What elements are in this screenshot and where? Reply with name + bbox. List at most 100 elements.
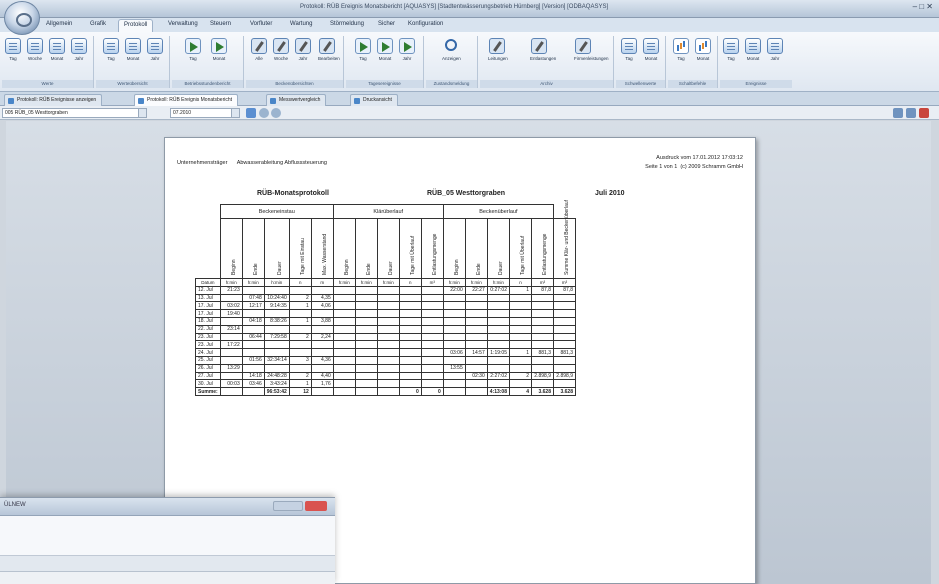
table-row: 30. Jul 00:03 03:46 3:43:24 1 1,76 <box>195 379 576 389</box>
bs-tag-button[interactable]: Tag <box>184 36 202 70</box>
leitungen-button[interactable]: Leitungen <box>488 36 508 70</box>
tab-verwaltung[interactable]: Verwaltung <box>168 21 198 27</box>
date-cell: 13. Jul <box>195 293 221 303</box>
value-cell <box>552 340 576 350</box>
value-cell <box>241 285 265 295</box>
bs-monat-button[interactable]: Monat <box>210 36 228 70</box>
anzeigen-button[interactable]: Anzeigen <box>442 36 461 70</box>
document-icon <box>125 38 141 54</box>
window-controls[interactable] <box>273 501 303 511</box>
value-cell <box>398 332 422 342</box>
sb-monat-button[interactable]: Monat <box>694 36 712 70</box>
refresh-icon[interactable] <box>246 108 256 118</box>
value-cell <box>486 379 510 389</box>
group-werte: Tag Woche Monat Jahr Werte <box>2 36 94 88</box>
tab-protokoll[interactable]: Protokoll <box>118 19 154 32</box>
group-schaltbefehle: Tag Monat Schaltbefehle <box>668 36 718 88</box>
value-cell <box>398 285 422 295</box>
value-cell <box>219 348 243 357</box>
value-cell <box>263 340 290 350</box>
group-schwellenwerte: Tag Monat Schwellenwerte <box>616 36 666 88</box>
archive-icon <box>575 38 591 54</box>
bu-bearbeiten-button[interactable]: Bearbeiten <box>318 36 340 70</box>
value-cell: 1,76 <box>310 379 334 389</box>
wu-tag-button[interactable]: Tag <box>102 36 120 70</box>
group-header-klaerueberlauf: Klärüberlauf <box>332 204 444 219</box>
doc-tab-messwertvergleich[interactable]: Messwertvergleich <box>266 94 327 106</box>
value-cell: 21:23 <box>219 285 243 295</box>
value-cell <box>376 379 400 389</box>
value-cell <box>398 371 422 381</box>
doc-tab-druckansicht[interactable]: Druckansicht <box>350 94 398 106</box>
te-monat-button[interactable]: Monat <box>376 36 394 70</box>
firmenleistungen-button[interactable]: Firmenleistungen <box>574 36 609 70</box>
sw-monat-button[interactable]: Monat <box>642 36 660 70</box>
value-cell <box>464 340 488 350</box>
value-cell <box>464 379 488 389</box>
date-cell: 17. Jul <box>195 301 221 311</box>
er-monat-button[interactable]: Monat <box>744 36 762 70</box>
te-jahr-button[interactable]: Jahr <box>398 36 416 70</box>
month-select[interactable]: 07.2010 <box>170 108 240 118</box>
group-label: Tagesereignisse <box>346 80 423 88</box>
werte-monat-button[interactable]: Monat <box>48 36 66 70</box>
value-cell <box>442 324 466 334</box>
value-cell <box>376 301 400 311</box>
tab-stoermeldung[interactable]: Störmeldung <box>330 21 364 27</box>
close-report-icon[interactable] <box>919 108 929 118</box>
chevron-down-icon[interactable] <box>231 109 239 117</box>
close-icon[interactable] <box>305 501 327 511</box>
zoom-icon[interactable] <box>906 108 916 118</box>
tab-konfiguration[interactable]: Konfiguration <box>408 21 443 27</box>
er-jahr-button[interactable]: Jahr <box>766 36 784 70</box>
value-cell <box>486 363 510 373</box>
value-cell: 13:29 <box>219 363 243 373</box>
station-select[interactable]: 005 RÜB_05 Westtorgraben <box>2 108 147 118</box>
bu-jahr-button[interactable]: Jahr <box>294 36 312 70</box>
date-cell: 17. Jul <box>195 309 221 318</box>
chevron-down-icon[interactable] <box>138 109 146 117</box>
app-menu-button[interactable] <box>4 1 40 35</box>
er-tag-button[interactable]: Tag <box>722 36 740 70</box>
tab-vorfluter[interactable]: Vorfluter <box>250 21 272 27</box>
back-icon[interactable] <box>259 108 269 118</box>
bu-alle-button[interactable]: Alle <box>250 36 268 70</box>
value-cell <box>376 371 400 381</box>
value-cell <box>332 340 356 350</box>
column-header: Ende <box>241 218 265 279</box>
te-tag-button[interactable]: Tag <box>354 36 372 70</box>
value-cell <box>420 309 444 318</box>
value-cell <box>354 355 378 365</box>
entlastungen-button[interactable]: Entlastungen <box>530 36 556 70</box>
wu-jahr-button[interactable]: Jahr <box>146 36 164 70</box>
date-cell: 23. Jul <box>195 332 221 342</box>
sb-tag-button[interactable]: Tag <box>672 36 690 70</box>
column-header: Tage mit Überlauf <box>398 218 422 279</box>
tab-sicher[interactable]: Sicher <box>378 21 395 27</box>
background-window-titlebar[interactable]: ÜLNEW <box>0 498 335 516</box>
tab-allgemein[interactable]: Allgemein <box>46 21 72 27</box>
werte-tag-button[interactable]: Tag <box>4 36 22 70</box>
werte-woche-button[interactable]: Woche <box>26 36 44 70</box>
value-cell: 04:18 <box>241 316 265 326</box>
sw-tag-button[interactable]: Tag <box>620 36 638 70</box>
sum-cell: 4 <box>508 387 532 396</box>
export-icon[interactable] <box>893 108 903 118</box>
doc-tab-monatsbericht[interactable]: Protokoll: RÜB Ereignis Monatsbericht <box>134 94 239 106</box>
forward-icon[interactable] <box>271 108 281 118</box>
column-header: Ende <box>354 218 378 279</box>
doc-tab-ereignisse[interactable]: Protokoll: RÜB Ereignisse anzeigen <box>4 94 103 106</box>
background-window-bar <box>0 556 335 572</box>
bu-woche-button[interactable]: Woche <box>272 36 290 70</box>
value-cell: 32:34:14 <box>263 355 290 365</box>
value-cell <box>530 332 554 342</box>
tab-grafik[interactable]: Grafik <box>90 21 106 27</box>
value-cell <box>398 293 422 303</box>
tab-steuern[interactable]: Steuern <box>210 21 231 27</box>
window-controls[interactable]: – □ ✕ <box>913 2 933 11</box>
unit-cell: h:min <box>219 278 243 287</box>
tab-wartung[interactable]: Wartung <box>290 21 312 27</box>
werte-jahr-button[interactable]: Jahr <box>70 36 88 70</box>
value-cell <box>310 309 334 318</box>
wu-monat-button[interactable]: Monat <box>124 36 142 70</box>
